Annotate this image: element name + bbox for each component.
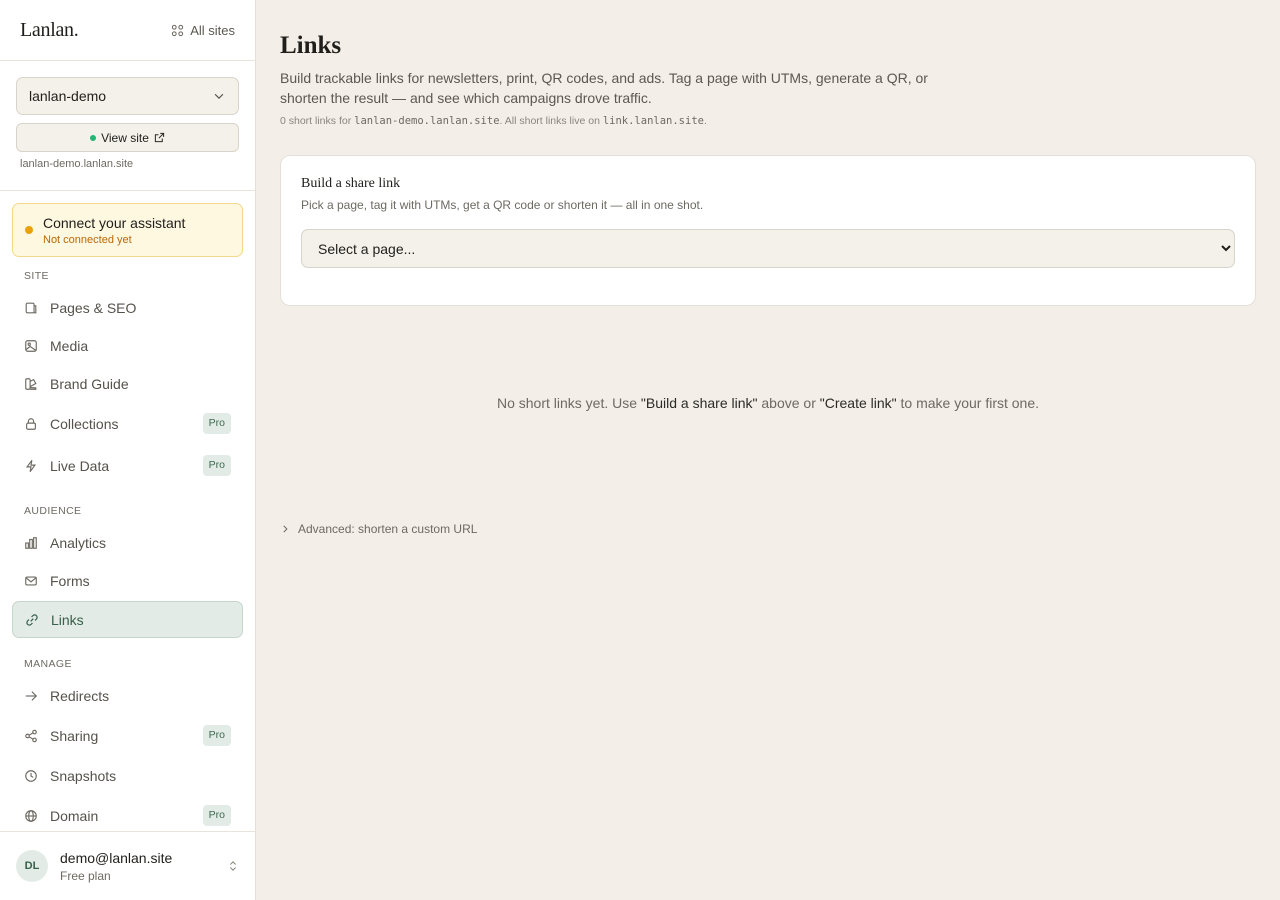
sidebar-item-links[interactable]: Links	[12, 601, 243, 638]
sidebar-item-label: Pages & SEO	[50, 299, 137, 316]
user-menu[interactable]: DL demo@lanlan.site Free plan	[0, 831, 255, 900]
file-icon	[25, 302, 37, 313]
image-icon	[25, 339, 37, 352]
page-title: Links	[280, 32, 342, 59]
sidebar-item-analytics[interactable]: Analytics	[12, 524, 243, 561]
logo[interactable]: Lanlan.	[20, 19, 79, 42]
connect-assistant-card[interactable]: Connect your assistant Not connected yet	[12, 203, 243, 257]
sidebar: Lanlan. All sites lanlan-demo View site …	[0, 0, 256, 900]
advanced-label: Advanced: shorten a custom URL	[298, 522, 478, 536]
empty-middle: above or	[757, 395, 820, 411]
meta-site-host: lanlan-demo.lanlan.site	[354, 115, 500, 127]
sidebar-item-pages-seo[interactable]: Pages & SEO	[12, 289, 243, 326]
chevron-up-down-icon	[230, 861, 236, 871]
section-label-site: SITE	[24, 270, 49, 282]
meta-link-host: link.lanlan.site	[602, 115, 704, 127]
sidebar-item-label: Sharing	[50, 727, 99, 744]
sidebar-item-label: Analytics	[50, 534, 107, 551]
lightning-icon	[25, 459, 37, 472]
all-sites-link[interactable]: All sites	[171, 23, 235, 38]
sidebar-item-collections[interactable]: Collections Pro	[12, 405, 243, 442]
assistant-title: Connect your assistant	[43, 214, 186, 231]
sidebar-item-redirects[interactable]: Redirects	[12, 677, 243, 714]
page-meta: 0 short links for lanlan-demo.lanlan.sit…	[280, 115, 707, 127]
view-site-button[interactable]: View site	[16, 123, 239, 152]
share-icon	[25, 729, 37, 742]
chevron-down-icon	[214, 93, 224, 100]
meta-middle: . All short links live on	[499, 115, 603, 127]
page-description: Build trackable links for newsletters, p…	[280, 70, 928, 106]
section-label-manage: MANAGE	[24, 658, 72, 670]
arrow-right-icon	[25, 690, 38, 701]
empty-suffix: to make your first one.	[896, 395, 1040, 411]
online-status-dot	[90, 134, 97, 141]
meta-count: 0 short links for	[280, 115, 355, 127]
site-block: lanlan-demo View site lanlan-demo.lanlan…	[0, 61, 255, 191]
sidebar-item-media[interactable]: Media	[12, 327, 243, 364]
sidebar-item-label: Collections	[50, 415, 119, 432]
meta-suffix: .	[703, 115, 707, 127]
user-email: demo@lanlan.site	[60, 849, 173, 866]
sidebar-item-domain[interactable]: Domain Pro	[12, 797, 243, 834]
card-subtitle: Pick a page, tag it with UTMs, get a QR …	[301, 198, 704, 212]
site-selector-value: lanlan-demo	[29, 88, 107, 104]
sidebar-item-brand-guide[interactable]: Brand Guide	[12, 365, 243, 402]
globe-icon	[25, 809, 37, 822]
empty-prefix: No short links yet. Use	[496, 395, 641, 411]
assistant-status: Not connected yet	[43, 233, 132, 246]
sidebar-item-label: Brand Guide	[50, 375, 129, 392]
external-link-icon	[154, 132, 165, 143]
sidebar-item-snapshots[interactable]: Snapshots	[12, 757, 243, 794]
pro-badge: Pro	[202, 805, 231, 826]
palette-icon	[25, 377, 37, 390]
page-select[interactable]: Select a page...	[301, 229, 1235, 268]
sidebar-item-label: Domain	[50, 807, 99, 824]
sidebar-item-label: Forms	[50, 572, 90, 589]
pro-badge: Pro	[202, 455, 231, 476]
sidebar-item-live-data[interactable]: Live Data Pro	[12, 447, 243, 484]
link-icon	[26, 613, 38, 626]
sidebar-item-label: Media	[50, 337, 89, 354]
empty-state: No short links yet. Use "Build a share l…	[280, 395, 1256, 411]
site-selector[interactable]: lanlan-demo	[16, 77, 239, 115]
card-title: Build a share link	[301, 176, 401, 191]
mail-icon	[25, 575, 37, 586]
sidebar-item-sharing[interactable]: Sharing Pro	[12, 717, 243, 754]
sidebar-item-label: Redirects	[50, 687, 110, 704]
clock-icon	[25, 769, 37, 782]
grid-icon	[172, 24, 184, 36]
build-share-link-card: Build a share link Pick a page, tag it w…	[280, 155, 1256, 306]
empty-cta-build: "Build a share link"	[640, 395, 758, 411]
section-label-audience: AUDIENCE	[24, 505, 82, 517]
pro-badge: Pro	[202, 413, 231, 434]
bar-chart-icon	[25, 536, 37, 549]
sidebar-item-label: Snapshots	[50, 767, 117, 784]
warning-dot	[25, 226, 33, 234]
lock-icon	[26, 417, 36, 430]
sidebar-item-forms[interactable]: Forms	[12, 562, 243, 599]
sidebar-header: Lanlan. All sites	[0, 0, 255, 61]
empty-cta-create: "Create link"	[819, 395, 897, 411]
advanced-toggle[interactable]: Advanced: shorten a custom URL	[280, 522, 477, 536]
pro-badge: Pro	[202, 725, 231, 746]
chevron-right-icon	[283, 525, 288, 533]
sidebar-item-label: Live Data	[50, 457, 110, 474]
avatar: DL	[16, 850, 48, 882]
all-sites-label: All sites	[190, 22, 235, 38]
view-site-label: View site	[101, 130, 149, 145]
user-plan: Free plan	[60, 868, 111, 883]
sidebar-item-label: Links	[51, 611, 84, 628]
site-domain: lanlan-demo.lanlan.site	[20, 158, 134, 170]
